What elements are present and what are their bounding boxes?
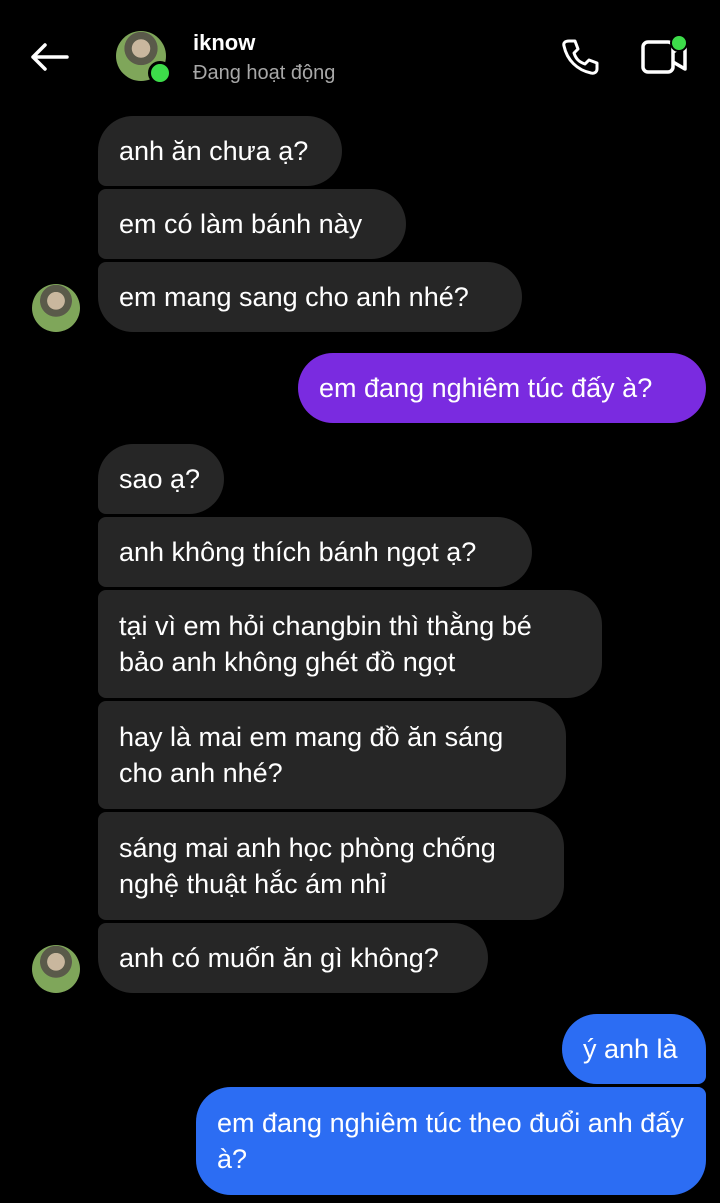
contact-avatar-small[interactable] (32, 284, 80, 332)
message-bubble-incoming[interactable]: sáng mai anh học phòng chống nghệ thuật … (98, 812, 564, 920)
message-bubble-outgoing[interactable]: em đang nghiêm túc theo đuổi anh đấy à? (196, 1087, 706, 1195)
arrow-left-icon (31, 43, 69, 71)
back-button[interactable] (24, 34, 74, 80)
contact-name[interactable]: iknow (193, 30, 255, 56)
video-call-button[interactable] (638, 34, 690, 80)
message-bubble-outgoing[interactable]: ý anh là (562, 1014, 706, 1084)
contact-avatar-small[interactable] (32, 945, 80, 993)
video-active-dot (670, 34, 688, 52)
message-bubble-outgoing[interactable]: em đang nghiêm túc đấy à? (298, 353, 706, 423)
message-bubble-incoming[interactable]: hay là mai em mang đồ ăn sáng cho anh nh… (98, 701, 566, 809)
contact-avatar[interactable] (116, 31, 172, 85)
chat-header: iknow Đang hoạt động (0, 0, 720, 110)
message-bubble-incoming[interactable]: anh ăn chưa ạ? (98, 116, 342, 186)
phone-icon (562, 39, 599, 75)
message-bubble-incoming[interactable]: sao ạ? (98, 444, 224, 514)
message-bubble-incoming[interactable]: anh không thích bánh ngọt ạ? (98, 517, 532, 587)
call-button[interactable] (556, 34, 604, 80)
message-bubble-incoming[interactable]: em có làm bánh này (98, 189, 406, 259)
contact-status: Đang hoạt động (193, 62, 336, 84)
message-bubble-incoming[interactable]: tại vì em hỏi changbin thì thằng bé bảo … (98, 590, 602, 698)
active-status-dot (148, 61, 172, 85)
message-bubble-incoming[interactable]: anh có muốn ăn gì không? (98, 923, 488, 993)
message-bubble-incoming[interactable]: em mang sang cho anh nhé? (98, 262, 522, 332)
